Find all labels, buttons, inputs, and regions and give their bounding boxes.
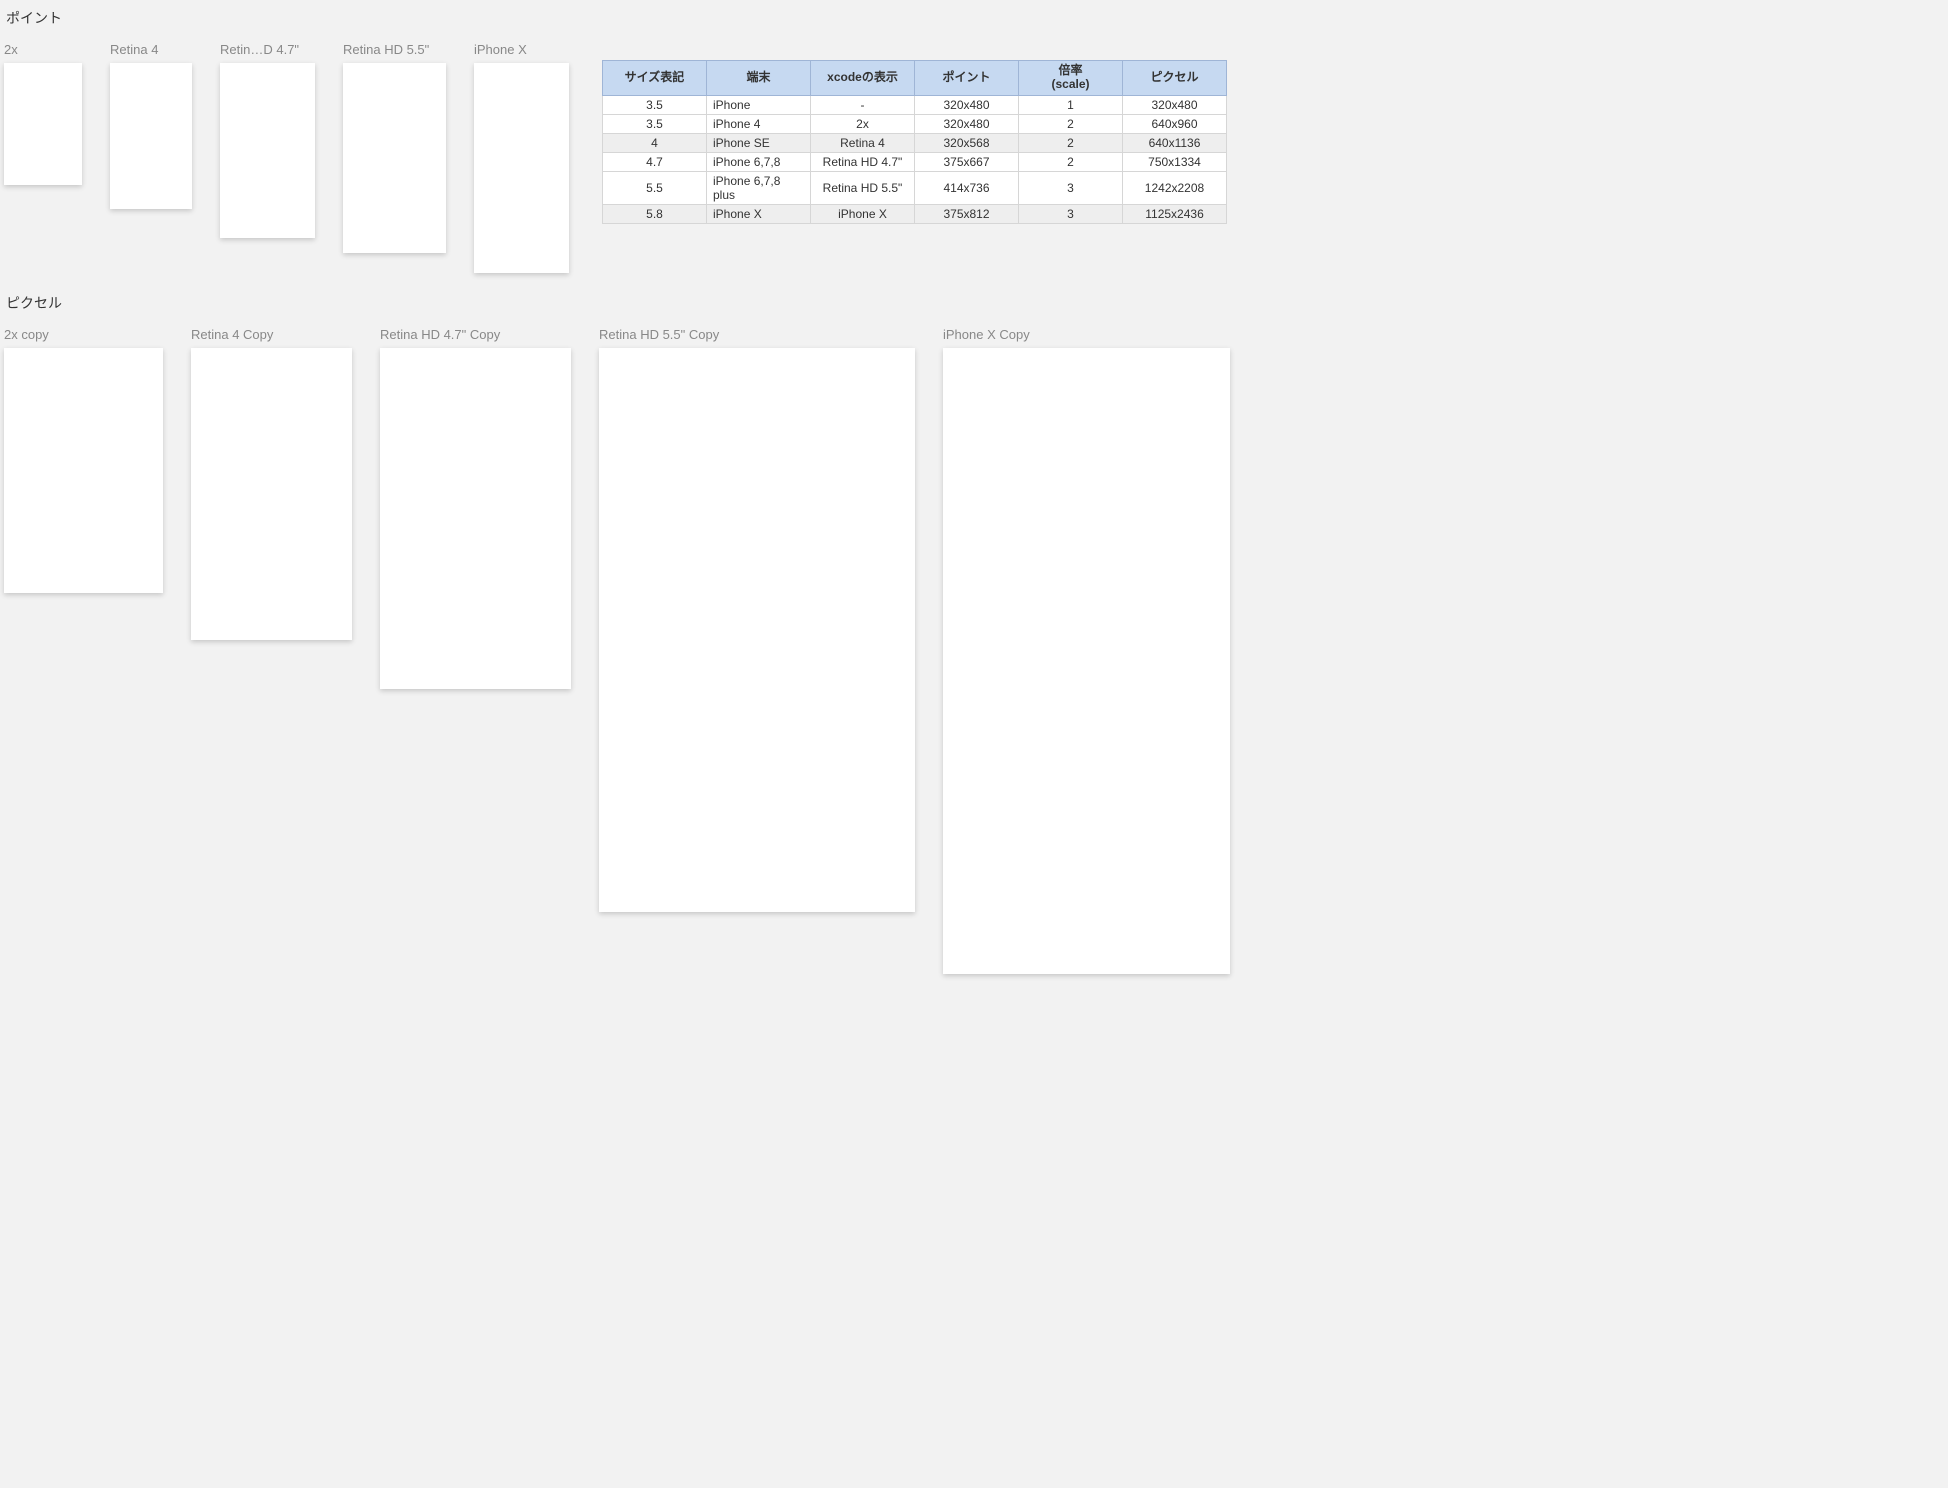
points-group-2: Retin…D 4.7": [220, 42, 315, 238]
table-header-0: サイズ表記: [603, 61, 707, 96]
table-cell: 1: [1019, 95, 1123, 114]
table-cell: Retina HD 5.5": [811, 171, 915, 204]
pixels-group-4: iPhone X Copy: [943, 327, 1230, 974]
pixels-group-2: Retina HD 4.7" Copy: [380, 327, 571, 689]
table-cell: 320x480: [915, 114, 1019, 133]
points-group-1: Retina 4: [110, 42, 192, 209]
pixels-group-3: Retina HD 5.5" Copy: [599, 327, 915, 912]
table-cell: Retina 4: [811, 133, 915, 152]
pixels-artboard-2[interactable]: [380, 348, 571, 689]
table-cell: iPhone 4: [707, 114, 811, 133]
table-cell: 4.7: [603, 152, 707, 171]
pixels-artboard-0[interactable]: [4, 348, 163, 593]
table-cell: 414x736: [915, 171, 1019, 204]
table-cell: 5.5: [603, 171, 707, 204]
points-artboard-0[interactable]: [4, 63, 82, 185]
table-row: 3.5iPhone 42x320x4802640x960: [603, 114, 1227, 133]
table-header-4: 倍率(scale): [1019, 61, 1123, 96]
artboard-row-pixels: 2x copy Retina 4 Copy Retina HD 4.7" Copy R…: [4, 327, 1244, 974]
table-cell: 5.8: [603, 204, 707, 223]
points-label-0[interactable]: 2x: [4, 42, 82, 57]
table-cell: 3: [1019, 204, 1123, 223]
table-body: 3.5iPhone-320x4801320x4803.5iPhone 42x32…: [603, 95, 1227, 223]
table-row: 5.5iPhone 6,7,8 plusRetina HD 5.5"414x73…: [603, 171, 1227, 204]
table-cell: 375x667: [915, 152, 1019, 171]
table-header-5: ピクセル: [1123, 61, 1227, 96]
pixels-artboard-1[interactable]: [191, 348, 352, 640]
points-group-4: iPhone X: [474, 42, 569, 273]
table-cell: 320x568: [915, 133, 1019, 152]
points-artboard-2[interactable]: [220, 63, 315, 238]
table-cell: iPhone SE: [707, 133, 811, 152]
points-group-3: Retina HD 5.5": [343, 42, 446, 253]
table-cell: 2: [1019, 133, 1123, 152]
table-cell: 2x: [811, 114, 915, 133]
table-row: 4iPhone SERetina 4320x5682640x1136: [603, 133, 1227, 152]
points-label-3[interactable]: Retina HD 5.5": [343, 42, 446, 57]
table-cell: 640x1136: [1123, 133, 1227, 152]
table-header-3: ポイント: [915, 61, 1019, 96]
table-cell: 1125x2436: [1123, 204, 1227, 223]
table-cell: 3.5: [603, 114, 707, 133]
table-cell: 750x1334: [1123, 152, 1227, 171]
table-header-1: 端末: [707, 61, 811, 96]
table-cell: 4: [603, 133, 707, 152]
table-header-row: サイズ表記端末xcodeの表示ポイント倍率(scale)ピクセル: [603, 61, 1227, 96]
table-cell: 375x812: [915, 204, 1019, 223]
table-cell: iPhone X: [811, 204, 915, 223]
table-cell: iPhone X: [707, 204, 811, 223]
pixels-label-1[interactable]: Retina 4 Copy: [191, 327, 352, 342]
table-cell: 1242x2208: [1123, 171, 1227, 204]
pixels-group-0: 2x copy: [4, 327, 163, 593]
table-cell: iPhone 6,7,8 plus: [707, 171, 811, 204]
points-artboard-4[interactable]: [474, 63, 569, 273]
pixels-artboard-3[interactable]: [599, 348, 915, 912]
table-cell: 3.5: [603, 95, 707, 114]
table-cell: 3: [1019, 171, 1123, 204]
table-cell: 320x480: [1123, 95, 1227, 114]
points-group-0: 2x: [4, 42, 82, 185]
table-cell: iPhone 6,7,8: [707, 152, 811, 171]
table-row: 5.8iPhone XiPhone X375x81231125x2436: [603, 204, 1227, 223]
pixels-label-3[interactable]: Retina HD 5.5" Copy: [599, 327, 915, 342]
table-cell: 640x960: [1123, 114, 1227, 133]
device-table-wrap: サイズ表記端末xcodeの表示ポイント倍率(scale)ピクセル 3.5iPho…: [602, 60, 1227, 224]
device-dimensions-table: サイズ表記端末xcodeの表示ポイント倍率(scale)ピクセル 3.5iPho…: [602, 60, 1227, 224]
table-cell: 2: [1019, 152, 1123, 171]
points-section: ポイント 2xRetina 4Retin…D 4.7"Retina HD 5.5…: [4, 8, 1244, 273]
table-row: 3.5iPhone-320x4801320x480: [603, 95, 1227, 114]
points-artboard-3[interactable]: [343, 63, 446, 253]
points-label-1[interactable]: Retina 4: [110, 42, 192, 57]
table-row: 4.7iPhone 6,7,8Retina HD 4.7"375x6672750…: [603, 152, 1227, 171]
pixels-label-2[interactable]: Retina HD 4.7" Copy: [380, 327, 571, 342]
table-header-2: xcodeの表示: [811, 61, 915, 96]
table-cell: 320x480: [915, 95, 1019, 114]
pixels-label-4[interactable]: iPhone X Copy: [943, 327, 1230, 342]
table-cell: Retina HD 4.7": [811, 152, 915, 171]
pixels-label-0[interactable]: 2x copy: [4, 327, 163, 342]
points-label-2[interactable]: Retin…D 4.7": [220, 42, 315, 57]
section-title-points: ポイント: [6, 8, 1244, 28]
table-cell: 2: [1019, 114, 1123, 133]
pixels-section: ピクセル 2x copy Retina 4 Copy Retina HD 4.7" …: [4, 293, 1244, 974]
table-cell: -: [811, 95, 915, 114]
table-cell: iPhone: [707, 95, 811, 114]
points-artboard-1[interactable]: [110, 63, 192, 209]
points-label-4[interactable]: iPhone X: [474, 42, 569, 57]
pixels-artboard-4[interactable]: [943, 348, 1230, 974]
section-title-pixels: ピクセル: [6, 293, 1244, 313]
pixels-group-1: Retina 4 Copy: [191, 327, 352, 640]
